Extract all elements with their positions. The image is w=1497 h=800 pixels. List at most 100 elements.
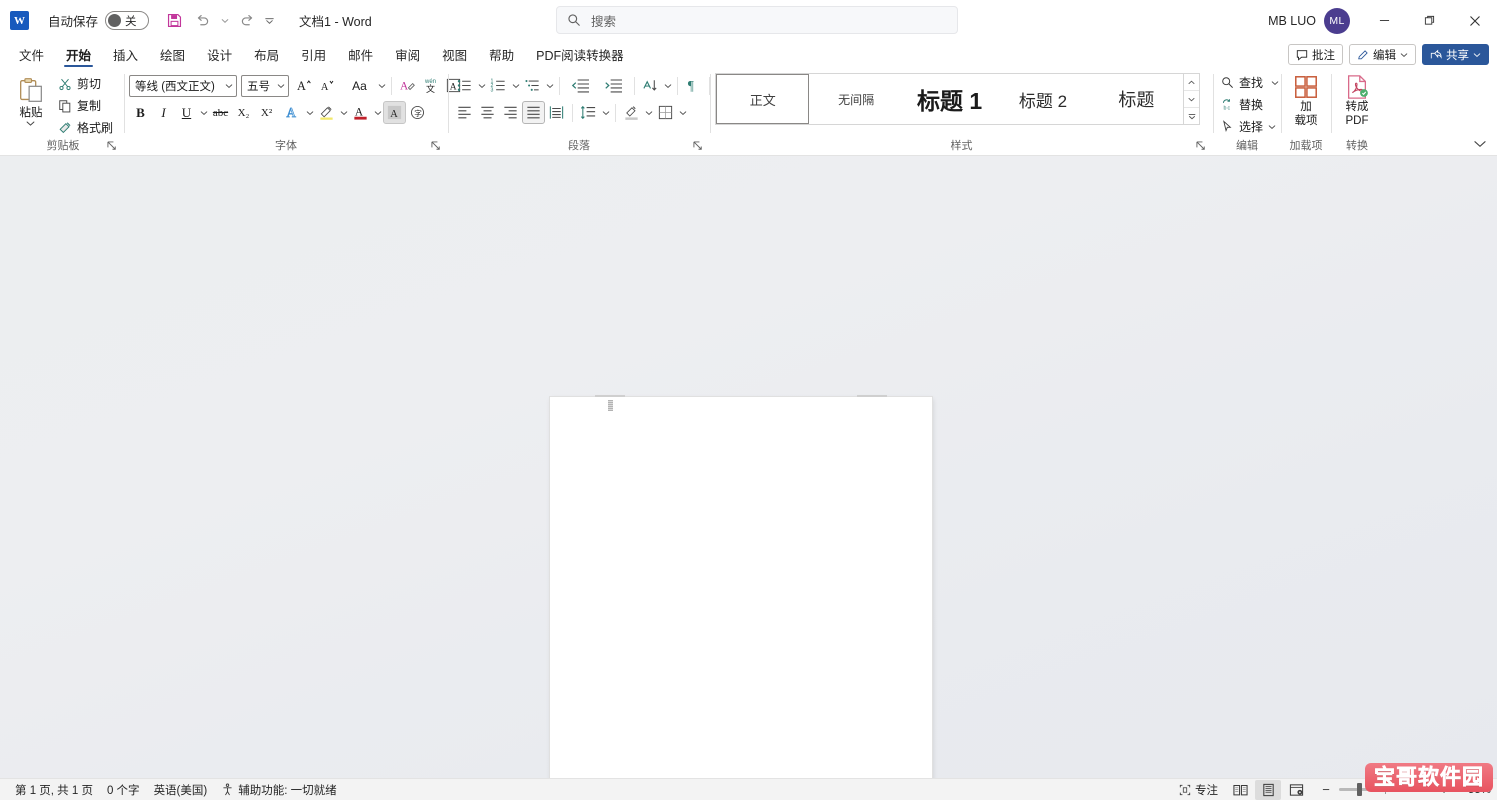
undo-icon[interactable] [189,8,215,33]
select-button[interactable]: 选择 [1218,116,1285,137]
styles-more-icon[interactable] [1184,108,1199,124]
find-chevron-down-icon[interactable] [1271,79,1279,87]
find-button[interactable]: 查找 [1218,72,1285,93]
font-color-button[interactable]: A [349,101,372,124]
tab-design[interactable]: 设计 [196,41,243,68]
paragraph-dialog-launcher[interactable] [693,141,706,154]
font-color-chevron-down-icon[interactable] [372,101,383,124]
decrease-indent-button[interactable] [564,74,597,97]
avatar[interactable]: ML [1324,8,1350,34]
numbering-button[interactable]: 123 [487,74,510,97]
convert-to-pdf-button[interactable]: 转成 PDF [1336,71,1378,128]
paste-button[interactable]: 粘贴 [7,73,55,127]
comments-button[interactable]: 批注 [1288,44,1343,65]
focus-mode-button[interactable]: 专注 [1172,780,1225,800]
word-count[interactable]: 0 个字 [100,780,147,800]
line-spacing-chevron-down-icon[interactable] [600,101,611,124]
redo-icon[interactable] [234,8,260,33]
style-item-heading-1[interactable]: 标题 1 [903,74,996,124]
line-spacing-button[interactable] [577,101,600,124]
zoom-out-button[interactable]: − [1319,782,1333,797]
justify-button[interactable] [522,101,545,124]
close-button[interactable] [1452,0,1497,41]
sort-chevron-down-icon[interactable] [662,74,673,97]
borders-button[interactable] [654,101,677,124]
font-dialog-launcher[interactable] [431,141,444,154]
tab-view[interactable]: 视图 [431,41,478,68]
cut-button[interactable]: 剪切 [55,73,119,94]
align-center-button[interactable] [476,101,499,124]
align-right-button[interactable] [499,101,522,124]
tab-draw[interactable]: 绘图 [149,41,196,68]
search-input[interactable]: 搜索 [556,6,958,34]
view-web-layout-button[interactable] [1283,780,1309,800]
font-size-combo[interactable]: 五号 [241,75,289,97]
change-case-button[interactable]: Aa [343,74,376,97]
paste-chevron-down-icon[interactable] [26,120,35,127]
select-chevron-down-icon[interactable] [1268,123,1276,131]
borders-chevron-down-icon[interactable] [677,101,688,124]
bold-button[interactable]: B [129,101,152,124]
minimize-button[interactable] [1362,0,1407,41]
styles-dialog-launcher[interactable] [1196,141,1209,154]
customize-qat-chevron-down-icon[interactable] [262,8,277,33]
clear-formatting-button[interactable]: A [396,74,419,97]
tab-references[interactable]: 引用 [290,41,337,68]
shrink-font-button[interactable]: A [316,74,339,97]
text-effects-button[interactable]: A [281,101,304,124]
text-effects-chevron-down-icon[interactable] [304,101,315,124]
character-shading-button[interactable]: A [383,101,406,124]
accessibility-indicator[interactable]: 辅助功能: 一切就绪 [214,780,343,800]
italic-button[interactable]: I [152,101,175,124]
document-canvas[interactable] [0,156,1497,778]
tab-pdf-converter[interactable]: PDF阅读转换器 [525,41,635,68]
undo-dropdown-chevron-down-icon[interactable] [217,8,232,33]
tab-file[interactable]: 文件 [8,41,55,68]
tab-home[interactable]: 开始 [55,41,102,68]
grow-font-button[interactable]: A [293,74,316,97]
bullets-button[interactable] [453,74,476,97]
language-indicator[interactable]: 英语(美国) [147,780,215,800]
shading-button[interactable] [620,101,643,124]
styles-scroll-down-icon[interactable] [1184,91,1199,108]
enclose-character-button[interactable]: 字 [406,101,429,124]
save-icon[interactable] [161,8,187,33]
page-indicator[interactable]: 第 1 页, 共 1 页 [8,780,100,800]
format-painter-button[interactable]: 格式刷 [55,117,119,138]
collapse-ribbon-chevron-up-icon[interactable] [1471,135,1489,153]
superscript-button[interactable]: X² [255,101,278,124]
view-print-layout-button[interactable] [1255,780,1281,800]
restore-button[interactable] [1407,0,1452,41]
tab-insert[interactable]: 插入 [102,41,149,68]
highlight-chevron-down-icon[interactable] [338,101,349,124]
styles-scroll-up-icon[interactable] [1184,74,1199,91]
tab-layout[interactable]: 布局 [243,41,290,68]
style-item-title[interactable]: 标题 [1090,74,1183,124]
subscript-button[interactable]: X₂ [232,101,255,124]
change-case-chevron-down-icon[interactable] [376,74,387,97]
highlight-button[interactable] [315,101,338,124]
zoom-slider-thumb[interactable] [1357,783,1362,796]
share-button[interactable]: 共享 [1422,44,1489,65]
numbering-chevron-down-icon[interactable] [510,74,521,97]
font-name-combo[interactable]: 等线 (西文正文) [129,75,237,97]
sort-button[interactable] [639,74,662,97]
account-name[interactable]: MB LUO [1268,14,1316,28]
tab-help[interactable]: 帮助 [478,41,525,68]
style-item-heading-2[interactable]: 标题 2 [996,74,1089,124]
show-formatting-marks-button[interactable]: ¶ [682,74,705,97]
style-item-no-spacing[interactable]: 无间隔 [809,74,902,124]
tab-mailings[interactable]: 邮件 [337,41,384,68]
align-left-button[interactable] [453,101,476,124]
view-read-mode-button[interactable] [1227,780,1253,800]
tab-review[interactable]: 审阅 [384,41,431,68]
distribute-button[interactable] [545,101,568,124]
shading-chevron-down-icon[interactable] [643,101,654,124]
replace-button[interactable]: cb 替换 [1218,94,1285,115]
bullets-chevron-down-icon[interactable] [476,74,487,97]
underline-button[interactable]: U [175,101,198,124]
autosave-toggle[interactable]: 关 [105,11,149,30]
multilevel-list-button[interactable] [521,74,544,97]
copy-button[interactable]: 复制 [55,95,119,116]
editing-mode-button[interactable]: 编辑 [1349,44,1416,65]
